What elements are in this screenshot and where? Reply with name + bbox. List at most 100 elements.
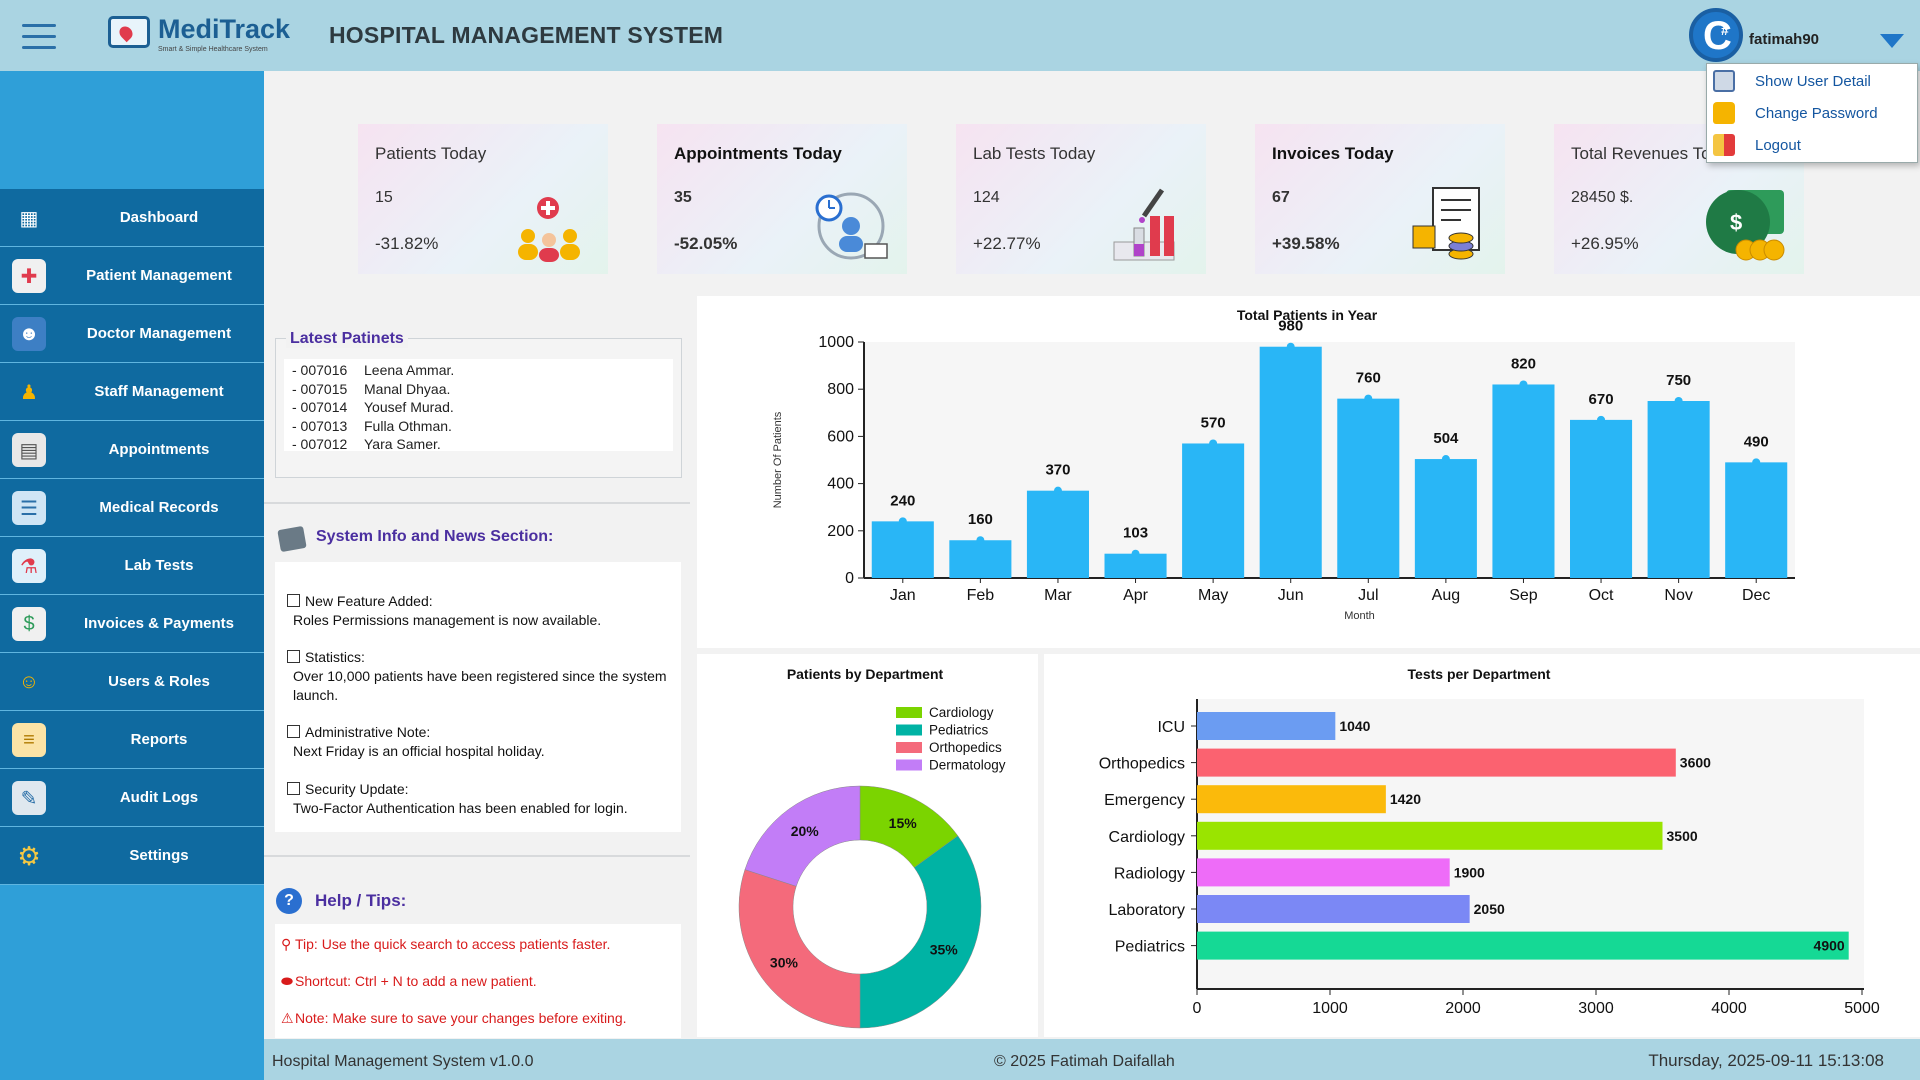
logo-tagline: Smart & Simple Healthcare System [158, 46, 268, 53]
card-invoices-today[interactable]: Invoices Today 67 +39.58% [1255, 124, 1505, 274]
card-change: -31.82% [375, 234, 439, 253]
money-icon: $ [1706, 190, 1785, 261]
sidebar-item-doctor-management[interactable]: ☻ Doctor Management [0, 305, 264, 363]
data-label: 103 [1123, 525, 1148, 542]
bar-marker [1364, 394, 1373, 403]
sidebar-item-audit-logs[interactable]: ✎ Audit Logs [0, 769, 264, 827]
menu-item-label: Logout [1755, 137, 1801, 154]
news-item: Security Update: Two-Factor Authenticati… [287, 780, 677, 818]
user-menu-dropdown: Show User Detail Change Password Logout [1706, 63, 1918, 163]
tip-item: ⚠Note: Make sure to save your changes be… [281, 1010, 627, 1027]
legend-swatch [896, 759, 922, 771]
sidebar-item-staff-management[interactable]: ♟ Staff Management [0, 363, 264, 421]
bar-marker [1752, 458, 1761, 467]
data-label: 3500 [1667, 828, 1698, 844]
reports-icon: ≡ [12, 723, 46, 757]
card-patients-today[interactable]: Patients Today 15 -31.82% [358, 124, 608, 274]
news-item-head: Administrative Note: [287, 723, 677, 742]
data-label: 240 [890, 492, 915, 509]
doctor-icon: ☻ [12, 317, 46, 351]
bar-marker [976, 536, 985, 545]
version-label: Hospital Management System v1.0.0 [272, 1053, 534, 1070]
menu-item-show-user-detail[interactable]: Show User Detail [1707, 66, 1917, 96]
list-item[interactable]: - 007014 Yousef Murad. [284, 399, 673, 418]
bar [1026, 490, 1089, 578]
lab-icon: ⚗ [12, 549, 46, 583]
legend-swatch [896, 724, 922, 736]
x-tick-label: 0 [1193, 1000, 1202, 1017]
chevron-down-icon[interactable] [1880, 34, 1904, 48]
data-label: 750 [1666, 372, 1691, 389]
card-appointments-today[interactable]: Appointments Today 35 -52.05% [657, 124, 907, 274]
audit-icon: ✎ [12, 781, 46, 815]
latest-patients-list[interactable]: - 007016 Leena Ammar. - 007015 Manal Dhyaa… [284, 359, 673, 452]
bar [1414, 459, 1477, 578]
menu-item-change-password[interactable]: Change Password [1707, 98, 1917, 128]
card-lab-tests-today[interactable]: Lab Tests Today 124 +22.77% [956, 124, 1206, 274]
x-tick-label: Dec [1742, 587, 1770, 604]
sidebar-item-users-roles[interactable]: ☺ Users & Roles [0, 653, 264, 711]
list-item[interactable]: - 007013 Fulla Othman. [284, 418, 673, 437]
sidebar-item-label: Appointments [108, 441, 210, 458]
legend-label: Dermatology [929, 758, 1006, 773]
data-label: 1900 [1454, 864, 1485, 880]
sidebar-item-lab-tests[interactable]: ⚗ Lab Tests [0, 537, 264, 595]
sidebar-item-dashboard[interactable]: ▦ Dashboard [0, 189, 264, 247]
bar-marker [898, 517, 907, 526]
list-item[interactable]: - 007015 Manal Dhyaa. [284, 381, 673, 400]
lock-icon [1713, 102, 1735, 124]
sidebar-item-reports[interactable]: ≡ Reports [0, 711, 264, 769]
bar [1725, 462, 1788, 578]
x-axis-label: Month [1344, 610, 1375, 622]
slice-label: 30% [770, 954, 799, 970]
bar-marker [1209, 439, 1218, 448]
data-label: 820 [1511, 355, 1536, 372]
data-label: 490 [1744, 433, 1769, 450]
svg-text:$: $ [1730, 210, 1742, 235]
staff-icon: ♟ [20, 381, 38, 404]
x-tick-label: Sep [1509, 587, 1538, 604]
menu-item-logout[interactable]: Logout [1707, 130, 1917, 160]
patient-name: Leena Ammar. [364, 362, 455, 378]
user-avatar[interactable] [1689, 8, 1743, 62]
bar [1337, 398, 1400, 578]
sidebar-item-invoices-payments[interactable]: $ Invoices & Payments [0, 595, 264, 653]
copyright-label: © 2025 Fatimah Daifallah [994, 1053, 1175, 1070]
sidebar-item-label: Lab Tests [124, 557, 194, 574]
data-label: 1040 [1339, 718, 1370, 734]
x-tick-label: Jun [1278, 587, 1304, 604]
patient-id: - 007012 [292, 436, 348, 453]
y-tick-label: Radiology [1114, 865, 1185, 882]
patients-group-icon [518, 197, 580, 262]
sidebar-item-patient-management[interactable]: ✚ Patient Management [0, 247, 264, 305]
news-item-head: Statistics: [287, 648, 677, 667]
tip-text: Tip: Use the quick search to access pati… [295, 936, 611, 952]
news-item-head: New Feature Added: [287, 592, 677, 611]
menu-item-label: Change Password [1755, 105, 1878, 122]
bar-marker [1053, 486, 1062, 495]
x-tick-label: Aug [1432, 587, 1460, 604]
y-tick-label: Orthopedics [1099, 756, 1185, 773]
x-tick-label: May [1198, 587, 1228, 604]
hamburger-menu-icon[interactable] [22, 24, 56, 52]
warning-icon: ⚠ [281, 1010, 294, 1026]
bar [1570, 419, 1633, 578]
patient-name: Fulla Othman. [364, 417, 452, 434]
datetime-label: Thursday, 2025-09-11 15:13:08 [1648, 1051, 1884, 1070]
sidebar-item-appointments[interactable]: ▤ Appointments [0, 421, 264, 479]
invoice-coins-icon [1412, 187, 1480, 260]
sidebar-item-medical-records[interactable]: ☰ Medical Records [0, 479, 264, 537]
card-change: +22.77% [973, 234, 1041, 253]
status-bar: Hospital Management System v1.0.0 © 2025… [264, 1039, 1920, 1080]
list-item[interactable]: - 007012 Yara Samer. [284, 436, 673, 455]
y-axis-label: Number Of Patients [772, 411, 784, 508]
card-title: Patients Today [375, 144, 487, 163]
news-item-body: Roles Permissions management is now avai… [293, 612, 602, 628]
list-item[interactable]: - 007016 Leena Ammar. [284, 362, 673, 381]
y-tick-label: 800 [827, 381, 854, 398]
username-label[interactable]: fatimah90 [1749, 31, 1819, 48]
invoice-icon: $ [12, 607, 46, 641]
news-item: New Feature Added: Roles Permissions man… [287, 592, 677, 630]
bar-marker [1441, 455, 1450, 464]
sidebar-item-settings[interactable]: ⚙ Settings [0, 827, 264, 885]
